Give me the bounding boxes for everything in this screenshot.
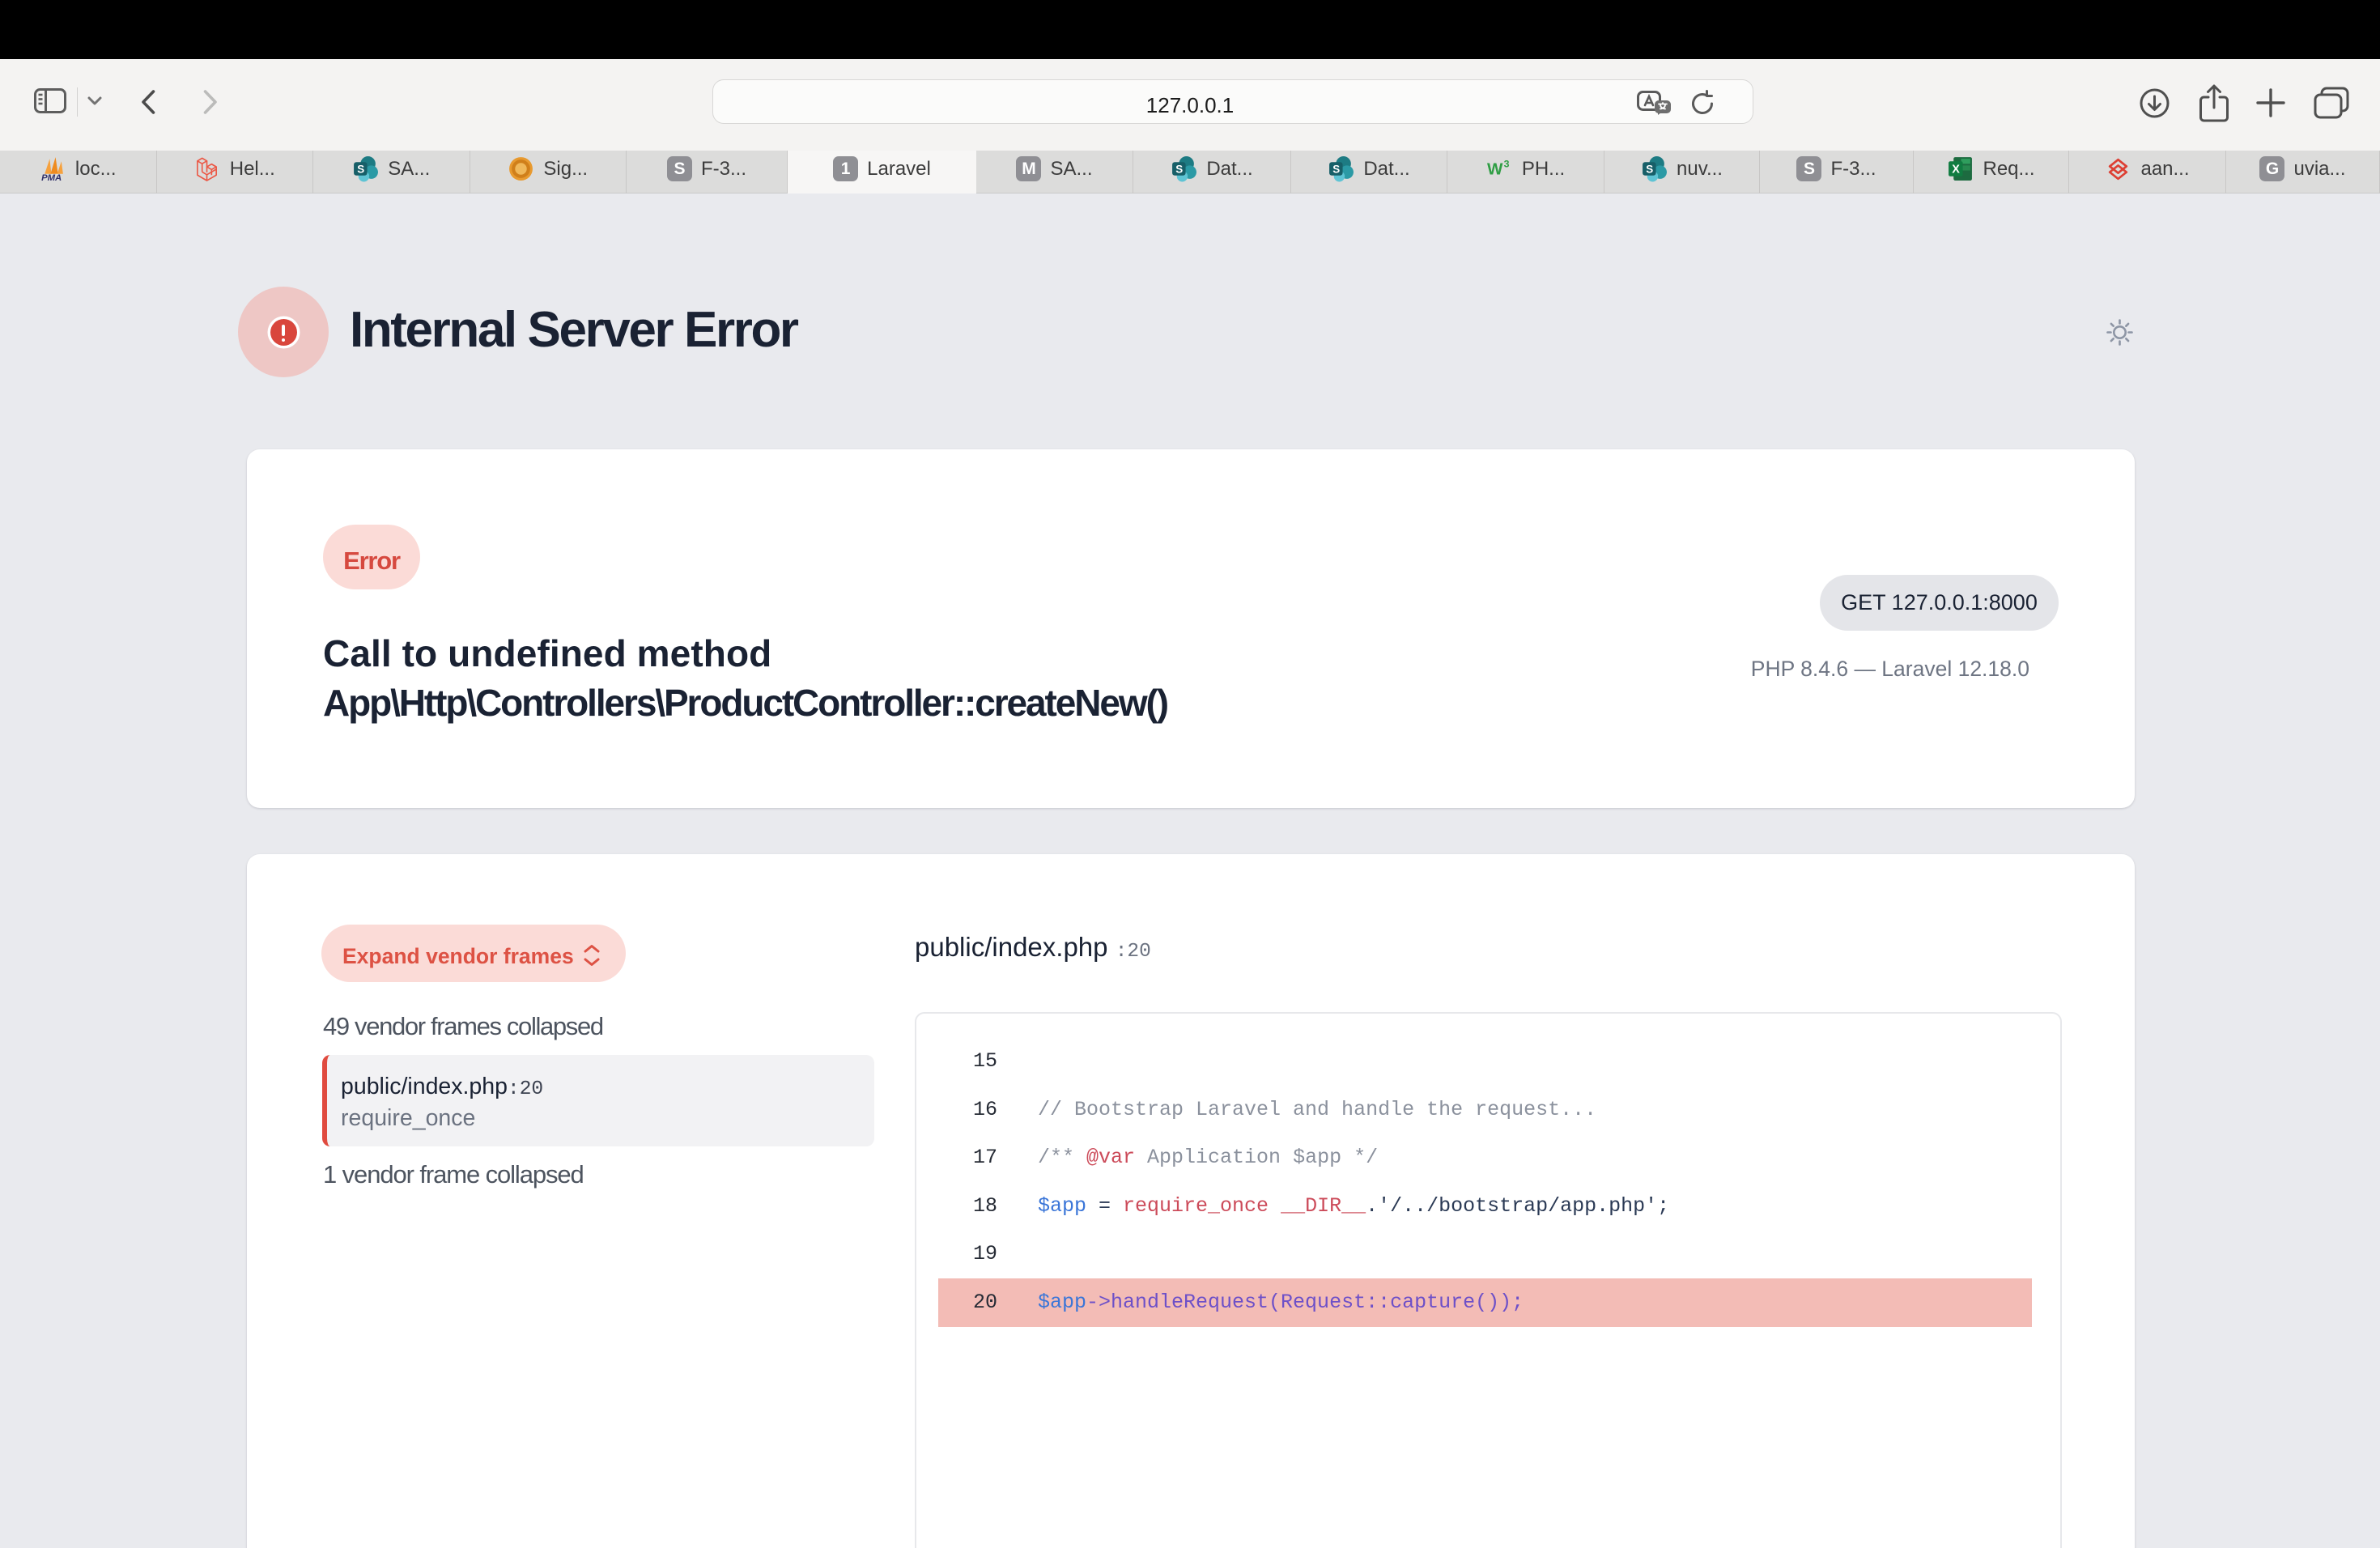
svg-text:S: S	[1646, 164, 1653, 176]
svg-text:3: 3	[1503, 158, 1509, 169]
svg-text:S: S	[1333, 164, 1341, 176]
svg-text:W: W	[1487, 160, 1503, 179]
svg-text:S: S	[1176, 164, 1184, 176]
svg-text:PMA: PMA	[41, 173, 62, 182]
svg-text:S: S	[357, 164, 364, 176]
svg-text:X: X	[1953, 164, 1961, 176]
